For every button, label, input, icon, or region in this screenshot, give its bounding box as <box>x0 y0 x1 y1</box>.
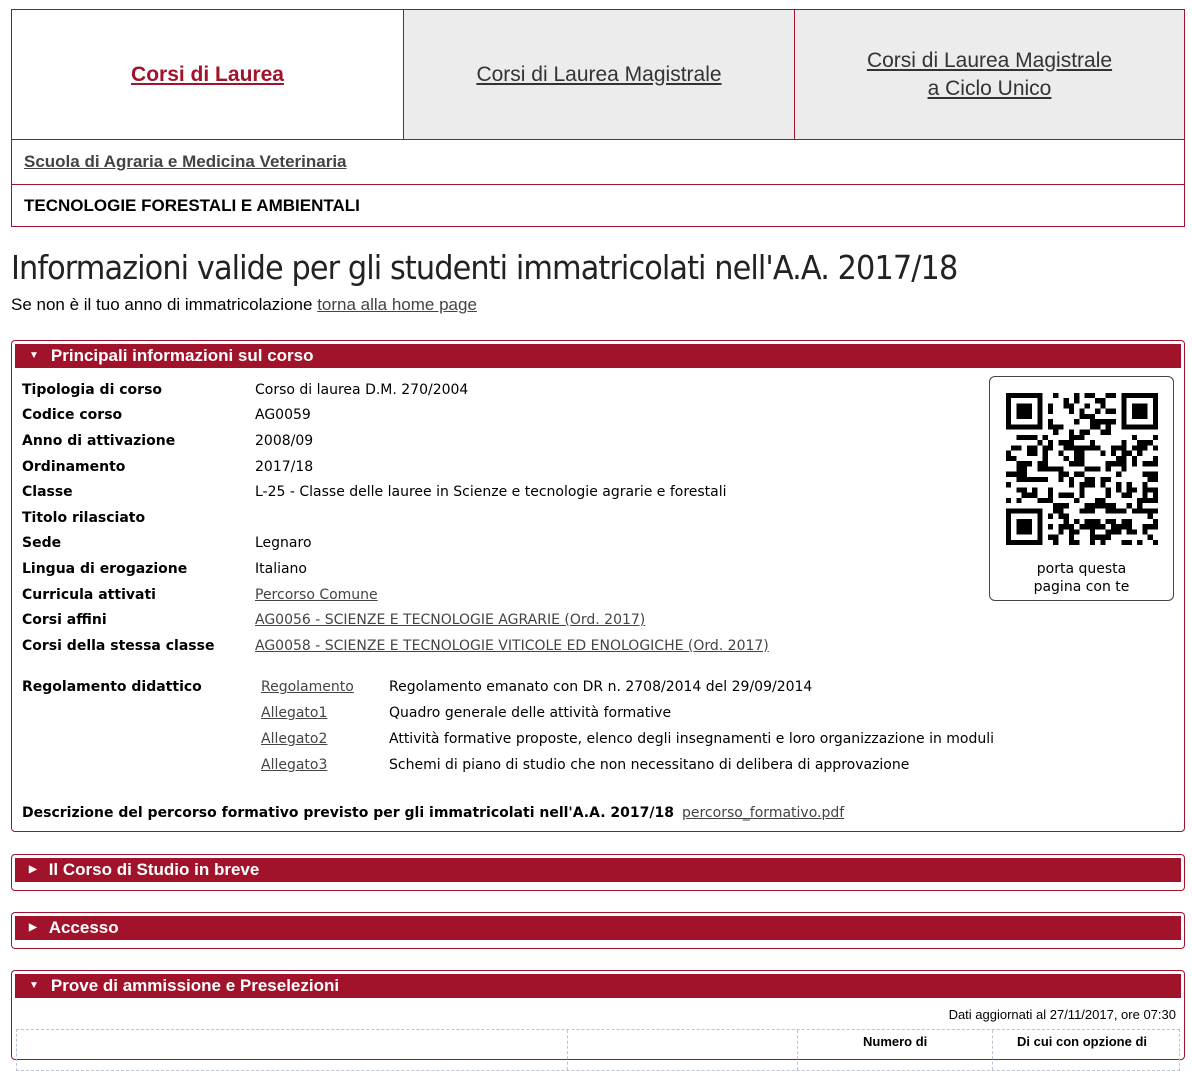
regolamento-doc-link[interactable]: Regolamento <box>261 679 389 695</box>
info-label: Classe <box>22 484 73 501</box>
tab-label-line2[interactable]: a Ciclo Unico <box>928 77 1052 100</box>
course-name: TECNOLOGIE FORESTALI E AMBIENTALI <box>11 185 1185 227</box>
tab-label-line1[interactable]: Corsi di Laurea Magistrale <box>867 49 1112 72</box>
section-header-main-info[interactable]: ▼ Principali informazioni sul corso <box>15 344 1181 368</box>
column-header: Di cui con opzione di <box>1017 1034 1147 1049</box>
info-row: Anno di attivazione 2008/09 <box>22 428 769 454</box>
info-value: AG0059 <box>255 407 311 424</box>
section-header-accesso[interactable]: ▶ Accesso <box>15 916 1181 940</box>
updated-timestamp: Dati aggiornati al 27/11/2017, ore 07:30 <box>948 1007 1176 1022</box>
info-value: 2008/09 <box>255 432 314 449</box>
regolamento-row: Allegato2 Attività formative proposte, el… <box>261 731 994 757</box>
section-title: Prove di ammissione e Preselezioni <box>50 976 340 995</box>
section-main-info: ▼ Principali informazioni sul corso Tipo… <box>11 340 1185 832</box>
info-list: Tipologia di corso Corso di laurea D.M. 2… <box>22 377 769 659</box>
column-divider <box>567 1030 568 1070</box>
regolamento-label: Regolamento didattico <box>22 679 202 695</box>
qr-caption: porta questa pagina con te <box>990 560 1173 596</box>
info-label: Corsi affini <box>22 612 107 629</box>
chevron-down-icon: ▼ <box>29 350 39 361</box>
info-label: Corsi della stessa classe <box>22 637 215 654</box>
column-divider <box>797 1030 798 1070</box>
school-link[interactable]: Scuola di Agraria e Medicina Veterinaria <box>24 152 347 171</box>
chevron-right-icon: ▶ <box>29 922 37 933</box>
page-title: Informazioni valide per gli studenti imm… <box>11 248 958 287</box>
section-header-prove[interactable]: ▼ Prove di ammissione e Preselezioni <box>15 974 1181 998</box>
info-label: Ordinamento <box>22 458 126 475</box>
column-header: Numero di <box>863 1034 928 1049</box>
section-prove-ammissione: ▼ Prove di ammissione e Preselezioni Dat… <box>11 970 1185 1071</box>
regolamento-doc-desc: Quadro generale delle attività formative <box>389 705 672 721</box>
regolamento-row: Allegato3 Schemi di piano di studio che n… <box>261 757 909 783</box>
tab-label[interactable]: Corsi di Laurea Magistrale <box>476 61 721 89</box>
admission-table: Numero di Di cui con opzione di <box>16 1029 1180 1071</box>
info-row: Corsi della stessa classe AG0058 - SCIENZ… <box>22 633 769 659</box>
info-row: Tipologia di corso Corso di laurea D.M. 2… <box>22 377 769 403</box>
chevron-down-icon: ▼ <box>29 980 39 991</box>
info-row: Corsi affini AG0056 - SCIENZE E TECNOLOGI… <box>22 607 769 633</box>
info-label: Anno di attivazione <box>22 432 176 449</box>
info-label: Codice corso <box>22 407 123 424</box>
section-corso-in-breve: ▶ Il Corso di Studio in breve <box>11 854 1185 891</box>
home-page-link[interactable]: torna alla home page <box>317 295 477 314</box>
tab-label[interactable]: Corsi di Laurea <box>131 61 284 89</box>
info-row: Titolo rilasciato <box>22 505 769 531</box>
info-label: Curricula attivati <box>22 586 156 603</box>
allegato3-link[interactable]: Allegato3 <box>261 757 389 773</box>
percorso-label: Descrizione del percorso formativo previ… <box>22 805 674 821</box>
regolamento-row: Regolamento Regolamento emanato con DR n.… <box>261 679 812 705</box>
info-label: Lingua di erogazione <box>22 560 188 577</box>
column-divider <box>992 1030 993 1070</box>
info-row: Curricula attivati Percorso Comune <box>22 582 769 608</box>
qr-code-icon <box>1006 393 1158 545</box>
info-value: L-25 - Classe delle lauree in Scienze e … <box>255 484 727 501</box>
tab-label[interactable]: Corsi di Laurea Magistrale a Ciclo Unico <box>867 47 1112 103</box>
info-value: Italiano <box>255 560 307 577</box>
tab-corsi-di-laurea-magistrale[interactable]: Corsi di Laurea Magistrale <box>403 10 794 139</box>
regolamento-doc-desc: Attività formative proposte, elenco degl… <box>389 731 995 747</box>
info-row: Sede Legnaro <box>22 531 769 557</box>
section-accesso: ▶ Accesso <box>11 912 1185 949</box>
regolamento-doc-desc: Schemi di piano di studio che non necess… <box>389 757 910 773</box>
info-row: Classe L-25 - Classe delle lauree in Scie… <box>22 479 769 505</box>
qr-caption-line1: porta questa <box>1036 561 1127 577</box>
course-type-tabs: Corsi di Laurea Corsi di Laurea Magistra… <box>11 9 1185 140</box>
info-row: Codice corso AG0059 <box>22 403 769 429</box>
info-label: Titolo rilasciato <box>22 509 146 526</box>
subtitle: Se non è il tuo anno di immatricolazione… <box>11 295 477 315</box>
info-row: Ordinamento 2017/18 <box>22 454 769 480</box>
qr-box: porta questa pagina con te <box>989 376 1174 601</box>
info-row: Lingua di erogazione Italiano <box>22 556 769 582</box>
section-header-corso-in-breve[interactable]: ▶ Il Corso di Studio in breve <box>15 858 1181 882</box>
regolamento-row: Allegato1 Quadro generale delle attività … <box>261 705 671 731</box>
info-value: Legnaro <box>255 535 312 552</box>
tab-corsi-di-laurea[interactable]: Corsi di Laurea <box>12 10 403 139</box>
section-title: Principali informazioni sul corso <box>50 346 314 365</box>
allegato2-link[interactable]: Allegato2 <box>261 731 389 747</box>
percorso-formativo: Descrizione del percorso formativo previ… <box>22 805 844 821</box>
subtitle-text: Se non è il tuo anno di immatricolazione <box>11 295 318 314</box>
info-value: 2017/18 <box>255 458 314 475</box>
qr-caption-line2: pagina con te <box>1033 579 1130 595</box>
chevron-right-icon: ▶ <box>29 864 37 875</box>
regolamento-doc-desc: Regolamento emanato con DR n. 2708/2014 … <box>389 679 813 695</box>
info-value: Corso di laurea D.M. 270/2004 <box>255 381 469 398</box>
section-title: Il Corso di Studio in breve <box>48 860 260 879</box>
percorso-pdf-link[interactable]: percorso_formativo.pdf <box>682 805 844 821</box>
info-label: Tipologia di corso <box>22 381 163 398</box>
allegato1-link[interactable]: Allegato1 <box>261 705 389 721</box>
info-label: Sede <box>22 535 62 552</box>
same-class-course-link[interactable]: AG0058 - SCIENZE E TECNOLOGIE VITICOLE E… <box>255 638 769 654</box>
school-bar: Scuola di Agraria e Medicina Veterinaria <box>11 140 1185 185</box>
related-course-link[interactable]: AG0056 - SCIENZE E TECNOLOGIE AGRARIE (O… <box>255 612 645 628</box>
tab-corsi-magistrale-ciclo-unico[interactable]: Corsi di Laurea Magistrale a Ciclo Unico <box>794 10 1184 139</box>
section-title: Accesso <box>48 918 119 937</box>
curriculum-link[interactable]: Percorso Comune <box>255 587 378 603</box>
